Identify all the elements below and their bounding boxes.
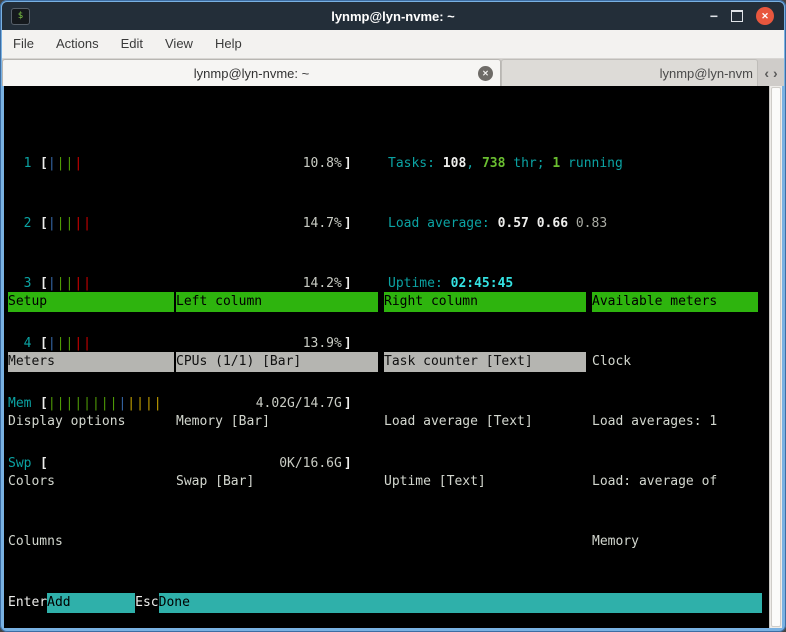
function-bar: Enter Add Esc Done [8,593,762,613]
menu-item-file[interactable]: File [2,30,45,58]
esc-key-label: Esc [135,593,158,613]
done-button[interactable]: Done [159,593,762,613]
bracket: ] [344,154,352,174]
tab-active[interactable]: lynmp@lyn-nvme: ~ ✕ [2,59,501,86]
tab-scroll-left-icon[interactable]: ‹ [764,65,769,81]
menu-item-actions[interactable]: Actions [45,30,110,58]
tab-close-icon[interactable]: ✕ [478,66,493,81]
tab-bar: lynmp@lyn-nvme: ~ ✕ lynmp@lyn-nvm ‹ › [2,59,784,86]
running-text: running [560,156,623,171]
threads-count: 738 [482,156,505,171]
left-column-header: Left column [176,292,378,312]
left-column: Left column CPUs (1/1) [Bar] Memory [Bar… [176,252,378,532]
tasks-sep: , [466,156,482,171]
right-item-load-average[interactable]: Load average [Text] [384,412,586,432]
bracket: [ [40,214,48,234]
bracket: [ [40,154,48,174]
cpu1-label: 1 [8,154,40,174]
load-label: Load average: [388,216,498,231]
maximize-button[interactable] [731,10,743,22]
enter-key-label: Enter [8,593,47,613]
left-item-memory[interactable]: Memory [Bar] [176,412,378,432]
right-item-uptime[interactable]: Uptime [Text] [384,472,586,492]
terminal-window: $ lynmp@lyn-nvme: ~ − ✕ File Actions Edi… [0,0,786,632]
thr-text: thr; [505,156,552,171]
load-15min: 0.83 [576,216,607,231]
cpu-meter-2: 2[||||| 14.7%] [8,214,352,234]
terminal-screen[interactable]: 1[||||10.8%] 2[|||||14.7%] 3[|||||14.2%]… [4,86,782,628]
cpu1-percent: 10.8% [303,154,342,174]
cpu2-bar: ||||| [48,216,92,231]
menu-item-view[interactable]: View [154,30,204,58]
right-column: Right column Task counter [Text] Load av… [384,252,586,532]
right-item-task-counter[interactable]: Task counter [Text] [384,352,586,372]
menu-item-help[interactable]: Help [204,30,253,58]
load-1min: 0.57 [498,216,537,231]
setup-item-display-options[interactable]: Display options [8,412,174,432]
minimize-button[interactable]: − [710,2,718,30]
tasks-line: Tasks: 108, 738 thr; 1 running [388,154,623,174]
avail-item-memory[interactable]: Memory [592,532,758,552]
scrollbar-thumb[interactable] [771,87,781,627]
add-button[interactable]: Add [47,593,135,613]
tab-scroll-right-icon[interactable]: › [773,65,778,81]
tasks-label: Tasks: [388,156,443,171]
available-meters-column: Available meters Clock Load averages: 1 … [592,252,758,632]
available-meters-header: Available meters [592,292,758,312]
setup-item-colors[interactable]: Colors [8,472,174,492]
setup-item-columns[interactable]: Columns [8,532,174,552]
cpu1-bar: |||| [48,156,83,171]
window-controls: − ✕ [710,2,774,30]
avail-item-load-averages[interactable]: Load averages: 1 [592,412,758,432]
menu-item-edit[interactable]: Edit [110,30,154,58]
tab-scroll-arrows: ‹ › [758,59,784,86]
close-button[interactable]: ✕ [756,7,774,25]
tasks-count: 108 [443,156,466,171]
setup-item-meters[interactable]: Meters [8,352,174,372]
setup-column: Setup Meters Display options Colors Colu… [8,252,174,592]
left-item-swap[interactable]: Swap [Bar] [176,472,378,492]
setup-panel: Setup Meters Display options Colors Colu… [4,252,782,372]
terminal-icon: $ [11,8,30,25]
avail-item-clock[interactable]: Clock [592,352,758,372]
setup-column-header: Setup [8,292,174,312]
menu-bar: File Actions Edit View Help [2,30,784,59]
titlebar[interactable]: $ lynmp@lyn-nvme: ~ − ✕ [2,2,784,30]
load-line: Load average: 0.57 0.66 0.83 [388,214,623,234]
load-5min: 0.66 [537,216,576,231]
window-title: lynmp@lyn-nvme: ~ [331,9,455,24]
cpu2-label: 2 [8,214,40,234]
left-item-cpus[interactable]: CPUs (1/1) [Bar] [176,352,378,372]
right-column-header: Right column [384,292,586,312]
cpu-meter-1: 1[|||| 10.8%] [8,154,352,174]
tab-inactive[interactable]: lynmp@lyn-nvm [501,59,758,86]
terminal-scrollbar[interactable] [769,86,782,628]
tab-active-title: lynmp@lyn-nvme: ~ [194,66,309,81]
avail-item-load-average-of[interactable]: Load: average of [592,472,758,492]
tab-inactive-title: lynmp@lyn-nvm [660,66,753,81]
cpu2-percent: 14.7% [303,214,342,234]
bracket: ] [344,214,352,234]
